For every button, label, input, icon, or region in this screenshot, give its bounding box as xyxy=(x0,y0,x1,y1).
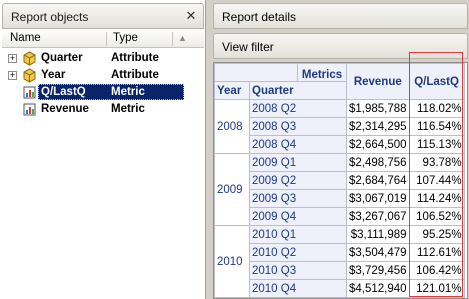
table-row: 2010 Q2 $3,504,479 112.61% xyxy=(215,243,465,262)
year-cell[interactable]: 2009 xyxy=(214,153,250,226)
metric-icon xyxy=(23,103,36,116)
table-row: 2008 Q4 $2,664,500 115.13% xyxy=(215,135,465,154)
table-row: 2008 2008 Q2 $1,985,788 118.02% xyxy=(214,99,465,154)
report-objects-title: Report objects xyxy=(11,10,89,24)
quarter-cell[interactable]: 2010 Q1 xyxy=(249,225,347,244)
qlastq-cell: 107.44% xyxy=(408,171,465,190)
revenue-cell: $3,111,989 xyxy=(346,225,410,244)
report-details-title: Report details xyxy=(222,10,297,24)
tree-item[interactable]: + Year Attribute xyxy=(8,67,204,84)
table-row: 2010 2010 Q1 $3,111,989 95.25% xyxy=(214,225,465,298)
grid-corner xyxy=(214,63,298,82)
table-row: 2010 Q4 $4,512,940 121.01% xyxy=(215,279,465,298)
qlastq-header[interactable]: Q/LastQ xyxy=(408,63,465,100)
revenue-cell: $3,267,067 xyxy=(346,207,410,226)
qlastq-cell: 95.25% xyxy=(408,225,465,244)
revenue-cell: $2,314,295 xyxy=(346,117,410,136)
tree-item-type: Attribute xyxy=(111,69,159,81)
table-row: 2010 Q3 $3,729,456 106.42% xyxy=(215,261,465,280)
qlastq-cell: 115.13% xyxy=(408,135,465,154)
view-filter-label: View filter xyxy=(222,40,274,54)
quarter-cell[interactable]: 2009 Q1 xyxy=(249,153,347,172)
report-grid-table: Metrics Revenue Q/LastQ Year Quarter 2008 2008… xyxy=(214,63,465,298)
qlastq-cell: 118.02% xyxy=(408,99,465,118)
column-header: Name Type ▲ xyxy=(2,31,204,48)
metric-icon xyxy=(23,86,36,99)
table-row: 2009 Q3 $3,067,019 114.24% xyxy=(215,189,465,208)
revenue-cell: $2,684,764 xyxy=(346,171,410,190)
quarter-cell[interactable]: 2008 Q2 xyxy=(249,99,347,118)
tree-item[interactable]: + Quarter Attribute xyxy=(8,50,204,67)
qlastq-cell: 112.61% xyxy=(408,243,465,262)
quarter-cell[interactable]: 2008 Q3 xyxy=(249,117,347,136)
close-icon[interactable]: ✕ xyxy=(184,9,198,23)
report-objects-panel: Report objects ✕ Name Type ▲ + Quarter Att… xyxy=(0,0,206,299)
revenue-cell: $2,498,756 xyxy=(346,153,410,172)
report-details-area: Report details View filter Metrics Revenu… xyxy=(207,0,469,299)
column-name-header[interactable]: Name xyxy=(10,32,41,44)
qlastq-cell: 106.42% xyxy=(408,261,465,280)
table-row: 2008 Q3 $2,314,295 116.54% xyxy=(215,117,465,136)
tree-item-label: Quarter xyxy=(41,52,83,64)
year-header[interactable]: Year xyxy=(214,81,250,100)
quarter-cell[interactable]: 2010 Q4 xyxy=(249,279,347,298)
view-filter-bar[interactable]: View filter xyxy=(213,33,468,59)
revenue-cell: $3,067,019 xyxy=(346,189,410,208)
column-divider[interactable] xyxy=(172,32,173,46)
sort-ascending-icon: ▲ xyxy=(178,33,187,43)
report-objects-header: Report objects ✕ xyxy=(2,3,204,29)
qlastq-cell: 114.24% xyxy=(408,189,465,208)
tree-item[interactable]: Revenue Metric xyxy=(8,101,204,118)
qlastq-cell: 106.52% xyxy=(408,207,465,226)
revenue-cell: $1,985,788 xyxy=(346,99,410,118)
expand-icon[interactable]: + xyxy=(8,71,17,80)
quarter-cell[interactable]: 2009 Q4 xyxy=(249,207,347,226)
tree-item-type: Metric xyxy=(111,86,145,98)
column-type-header[interactable]: Type xyxy=(113,32,138,44)
report-details-header[interactable]: Report details xyxy=(213,3,468,29)
quarter-cell[interactable]: 2010 Q2 xyxy=(249,243,347,262)
tree-item-type: Metric xyxy=(111,103,145,115)
table-row: 2009 2009 Q1 $2,498,756 93.78% xyxy=(214,153,465,226)
attribute-icon xyxy=(23,68,36,83)
qlastq-cell: 93.78% xyxy=(408,153,465,172)
revenue-cell: $3,729,456 xyxy=(346,261,410,280)
expand-icon[interactable]: + xyxy=(8,54,17,63)
revenue-cell: $2,664,500 xyxy=(346,135,410,154)
object-tree: + Quarter Attribute + Year Attribute Q/LastQ Me… xyxy=(8,50,204,118)
attribute-icon xyxy=(23,51,36,66)
quarter-cell[interactable]: 2009 Q3 xyxy=(249,189,347,208)
quarter-cell[interactable]: 2008 Q4 xyxy=(249,135,347,154)
tree-item-label: Revenue xyxy=(41,103,89,115)
tree-item[interactable]: Q/LastQ Metric xyxy=(8,84,204,101)
tree-item-label: Year xyxy=(41,69,66,81)
report-grid: Metrics Revenue Q/LastQ Year Quarter 2008 2008… xyxy=(213,62,468,299)
tree-item-type: Attribute xyxy=(111,52,159,64)
year-cell[interactable]: 2010 xyxy=(214,225,250,298)
column-divider[interactable] xyxy=(106,32,107,46)
table-row: 2009 Q2 $2,684,764 107.44% xyxy=(215,171,465,190)
qlastq-cell: 116.54% xyxy=(408,117,465,136)
revenue-cell: $3,504,479 xyxy=(346,243,410,262)
metrics-header: Metrics xyxy=(297,63,347,82)
revenue-header[interactable]: Revenue xyxy=(346,63,410,100)
tree-item-label: Q/LastQ xyxy=(41,86,86,98)
revenue-cell: $4,512,940 xyxy=(346,279,410,298)
year-cell[interactable]: 2008 xyxy=(214,99,250,154)
quarter-header[interactable]: Quarter xyxy=(249,81,347,100)
quarter-cell[interactable]: 2010 Q3 xyxy=(249,261,347,280)
table-row: 2009 Q4 $3,267,067 106.52% xyxy=(215,207,465,226)
qlastq-cell: 121.01% xyxy=(408,279,465,298)
quarter-cell[interactable]: 2009 Q2 xyxy=(249,171,347,190)
